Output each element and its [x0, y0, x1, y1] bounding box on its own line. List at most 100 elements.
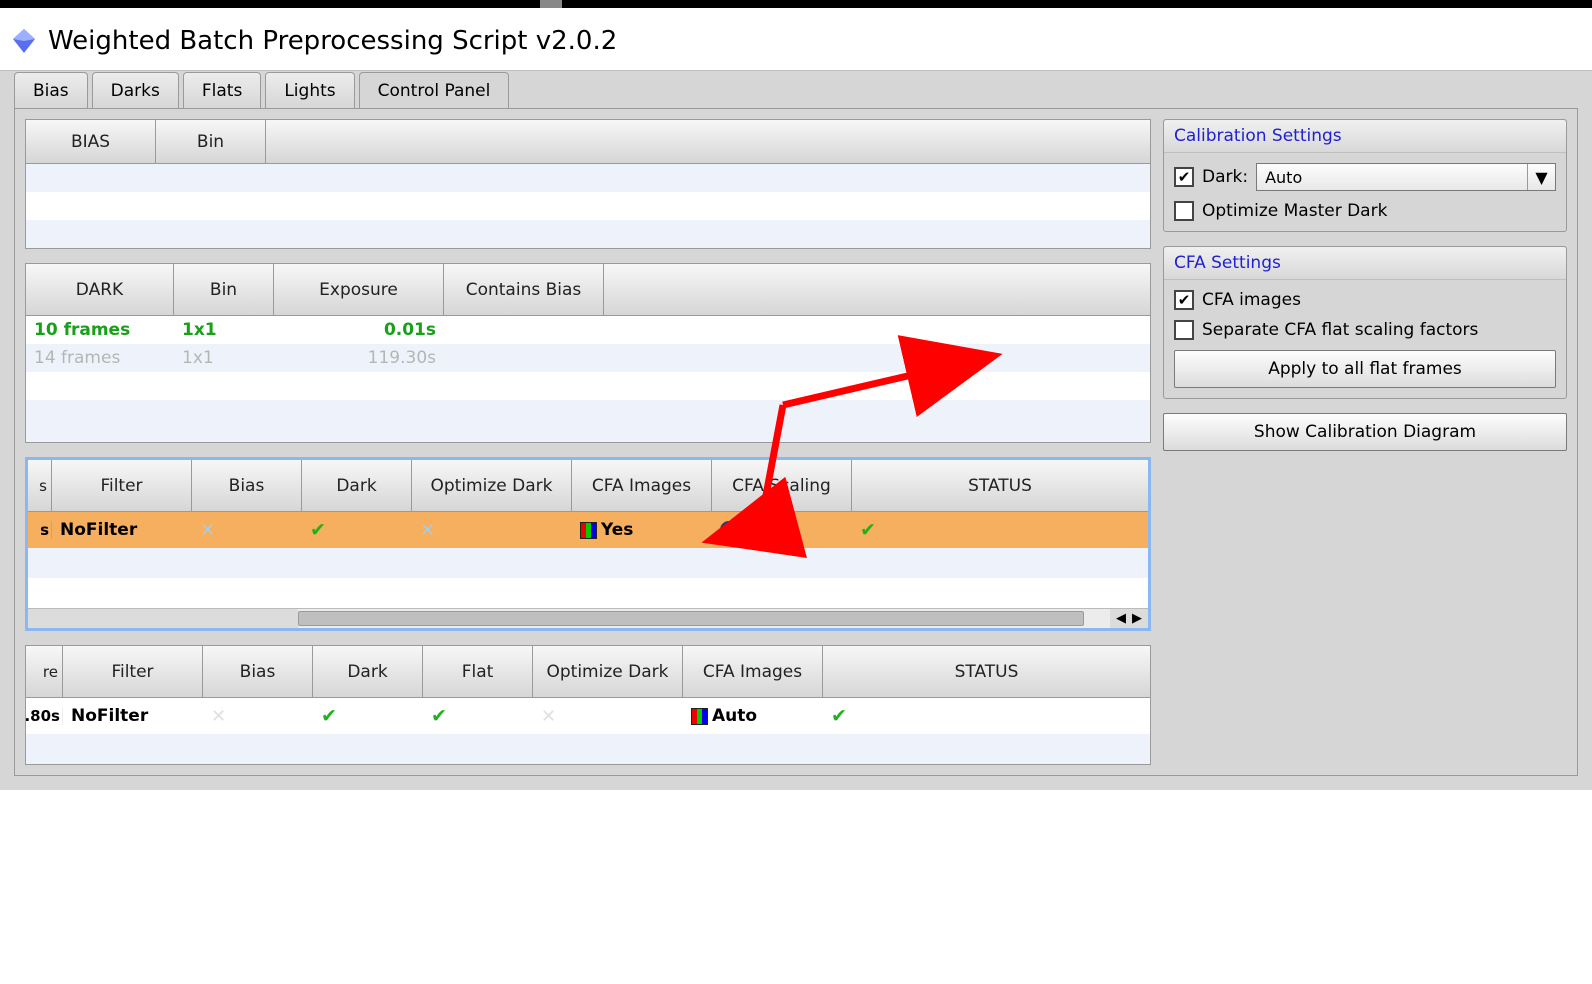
- dark-cell-frames: 10 frames: [26, 317, 174, 343]
- light-header-dark[interactable]: Dark: [313, 646, 423, 697]
- optimize-master-dark-checkbox[interactable]: [1174, 201, 1194, 221]
- separate-cfa-row: Separate CFA flat scaling factors: [1174, 320, 1556, 340]
- content-area: Bias Darks Flats Lights Control Panel BI…: [0, 70, 1592, 790]
- tab-darks[interactable]: Darks: [92, 72, 179, 109]
- left-column: BIAS Bin DARK Bin Exposure Contains Bias: [25, 119, 1151, 765]
- cfa-settings-title: CFA Settings: [1164, 247, 1566, 280]
- cfa-settings-section: CFA Settings CFA images Separate CFA fla…: [1163, 246, 1567, 399]
- dark-cell-contains: [444, 327, 604, 333]
- light-cell-dark: ✔: [313, 702, 423, 730]
- bias-header-bias[interactable]: BIAS: [26, 120, 156, 163]
- x-icon: ✕: [200, 520, 215, 541]
- flat-table-row[interactable]: s NoFilter ✕ ✔ ✕ Yes No ✔: [28, 512, 1148, 548]
- flat-cell-status: ✔: [852, 516, 1148, 544]
- chevron-down-icon: ▼: [1527, 164, 1555, 190]
- dark-cell-exposure: 119.30s: [274, 345, 444, 371]
- tab-control-panel[interactable]: Control Panel: [359, 72, 510, 109]
- hscroll-thumb[interactable]: [298, 611, 1084, 626]
- hscroll-right-icon[interactable]: ▶: [1132, 611, 1142, 626]
- rgb-icon: [691, 708, 708, 725]
- dark-table-row[interactable]: 14 frames 1x1 119.30s: [26, 344, 1150, 372]
- window-titlebar: [0, 0, 1592, 8]
- flat-header-cfa-scaling[interactable]: CFA Scaling: [712, 460, 852, 511]
- dark-combo-value: Auto: [1265, 168, 1302, 187]
- light-cell-optimize-dark: ✕: [533, 703, 683, 730]
- dark-header-contains-bias[interactable]: Contains Bias: [444, 264, 604, 315]
- light-header-cfa-images[interactable]: CFA Images: [683, 646, 823, 697]
- light-header-filter[interactable]: Filter: [63, 646, 203, 697]
- separate-cfa-checkbox[interactable]: [1174, 320, 1194, 340]
- title-row: Weighted Batch Preprocessing Script v2.0…: [0, 8, 1592, 70]
- flat-header-dark[interactable]: Dark: [302, 460, 412, 511]
- dark-cell-bin: 1x1: [174, 317, 274, 343]
- dark-cell-exposure: 0.01s: [274, 317, 444, 343]
- dark-table-empty-row: [26, 400, 1150, 442]
- app-title: Weighted Batch Preprocessing Script v2.0…: [48, 26, 617, 56]
- flat-header-filter[interactable]: Filter: [52, 460, 192, 511]
- half-circle-icon: [720, 521, 738, 539]
- tab-lights[interactable]: Lights: [265, 72, 354, 109]
- x-icon: ✕: [420, 520, 435, 541]
- light-cell-filter: NoFilter: [63, 703, 203, 729]
- cfa-images-checkbox[interactable]: [1174, 290, 1194, 310]
- flat-cell-cfa-images: Yes: [572, 517, 712, 543]
- light-header-status[interactable]: STATUS: [823, 646, 1150, 697]
- cfa-images-label: CFA images: [1202, 290, 1301, 310]
- dark-table-header: DARK Bin Exposure Contains Bias: [26, 264, 1150, 316]
- flat-table-hscroll[interactable]: ◀ ▶: [28, 608, 1148, 628]
- hscroll-track[interactable]: [298, 609, 1110, 628]
- bias-table-empty-row: [26, 164, 1150, 192]
- calibration-settings-section: Calibration Settings Dark: Auto ▼: [1163, 119, 1567, 232]
- dark-cell-bin: 1x1: [174, 345, 274, 371]
- flat-header-partial: s: [28, 460, 52, 511]
- x-icon: ✕: [211, 706, 226, 727]
- light-cell-flat: ✔: [423, 702, 533, 730]
- light-table-row[interactable]: .80s NoFilter ✕ ✔ ✔ ✕ Auto ✔: [26, 698, 1150, 734]
- flat-cell-cfa-images-value: Yes: [601, 520, 633, 540]
- flat-table-empty-row: [28, 578, 1148, 608]
- dark-label: Dark:: [1202, 167, 1248, 187]
- tab-bias[interactable]: Bias: [14, 72, 88, 109]
- flat-cell-cfa-scaling: No: [712, 517, 852, 543]
- flat-cell-partial: s: [28, 521, 52, 539]
- dark-cell-contains: [444, 355, 604, 361]
- dark-table-row[interactable]: 10 frames 1x1 0.01s: [26, 316, 1150, 344]
- flat-cell-filter: NoFilter: [52, 517, 192, 543]
- check-icon: ✔: [831, 705, 847, 727]
- check-icon: ✔: [321, 705, 337, 727]
- dark-cell-frames: 14 frames: [26, 345, 174, 371]
- flat-header-bias[interactable]: Bias: [192, 460, 302, 511]
- dark-checkbox[interactable]: [1174, 167, 1194, 187]
- dark-combo[interactable]: Auto ▼: [1256, 163, 1556, 191]
- light-header-optimize-dark[interactable]: Optimize Dark: [533, 646, 683, 697]
- flat-header-status[interactable]: STATUS: [852, 460, 1148, 511]
- bias-header-bin[interactable]: Bin: [156, 120, 266, 163]
- light-header-flat[interactable]: Flat: [423, 646, 533, 697]
- hscroll-left-icon[interactable]: ◀: [1116, 611, 1126, 626]
- dark-header-dark[interactable]: DARK: [26, 264, 174, 315]
- light-table-empty-row: [26, 734, 1150, 764]
- flat-table-empty-row: [28, 548, 1148, 578]
- calibration-settings-title: Calibration Settings: [1164, 120, 1566, 153]
- separate-cfa-label: Separate CFA flat scaling factors: [1202, 320, 1478, 340]
- dark-header-blank: [604, 264, 1150, 315]
- bias-table-empty-row: [26, 220, 1150, 248]
- light-table-header: re Filter Bias Dark Flat Optimize Dark C…: [26, 646, 1150, 698]
- show-calibration-diagram-button[interactable]: Show Calibration Diagram: [1163, 413, 1567, 451]
- rgb-icon: [580, 522, 597, 539]
- right-column: Calibration Settings Dark: Auto ▼: [1163, 119, 1567, 765]
- apply-all-flats-button[interactable]: Apply to all flat frames: [1174, 350, 1556, 388]
- check-icon: ✔: [310, 519, 326, 541]
- dark-header-bin[interactable]: Bin: [174, 264, 274, 315]
- flat-header-optimize-dark[interactable]: Optimize Dark: [412, 460, 572, 511]
- tab-flats[interactable]: Flats: [183, 72, 261, 109]
- flat-cell-dark: ✔: [302, 516, 412, 544]
- flat-table-header-row: s Filter Bias Dark Optimize Dark CFA Ima…: [28, 460, 1148, 512]
- flat-cell-cfa-scaling-value: No: [742, 520, 768, 540]
- window-grab-handle[interactable]: [540, 0, 562, 8]
- light-header-bias[interactable]: Bias: [203, 646, 313, 697]
- bias-header-blank: [266, 120, 1150, 163]
- dark-header-exposure[interactable]: Exposure: [274, 264, 444, 315]
- control-panel-body: BIAS Bin DARK Bin Exposure Contains Bias: [14, 108, 1578, 776]
- flat-header-cfa-images[interactable]: CFA Images: [572, 460, 712, 511]
